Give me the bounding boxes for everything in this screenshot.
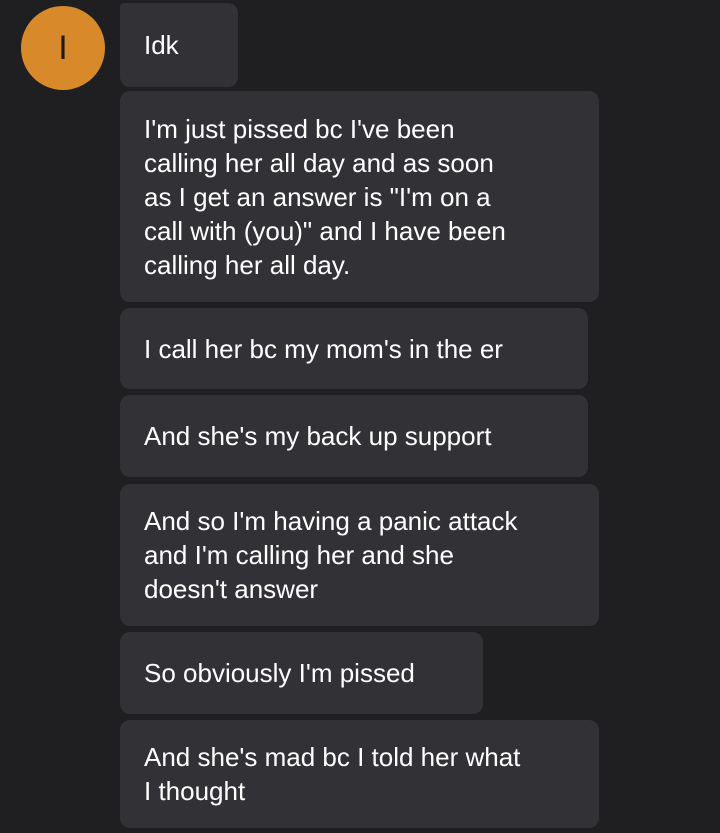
- message-bubble[interactable]: And so I'm having a panic attack and I'm…: [120, 484, 599, 626]
- message-bubble[interactable]: And she's mad bc I told her what I thoug…: [120, 720, 599, 828]
- avatar-initial: I: [58, 29, 68, 67]
- message-text: So obviously I'm pissed: [144, 658, 415, 688]
- message-text: I call her bc my mom's in the er: [144, 333, 503, 364]
- message-text: And she's my back up support: [144, 421, 492, 451]
- message-bubble[interactable]: So obviously I'm pissed: [120, 632, 483, 714]
- contact-avatar[interactable]: I: [21, 6, 105, 90]
- message-text: And so I'm having a panic attack and I'm…: [144, 506, 518, 604]
- message-bubble[interactable]: I call her bc my mom's in the er: [120, 308, 588, 389]
- message-text: Idk: [144, 30, 179, 60]
- message-bubble[interactable]: I'm just pissed bc I've been calling her…: [120, 91, 599, 302]
- message-bubble[interactable]: Idk: [120, 3, 238, 87]
- message-text: And she's mad bc I told her what I thoug…: [144, 742, 521, 806]
- message-text: I'm just pissed bc I've been calling her…: [144, 113, 506, 280]
- message-bubble[interactable]: And she's my back up support: [120, 395, 588, 477]
- chat-thread: I Idk I'm just pissed bc I've been calli…: [0, 0, 720, 833]
